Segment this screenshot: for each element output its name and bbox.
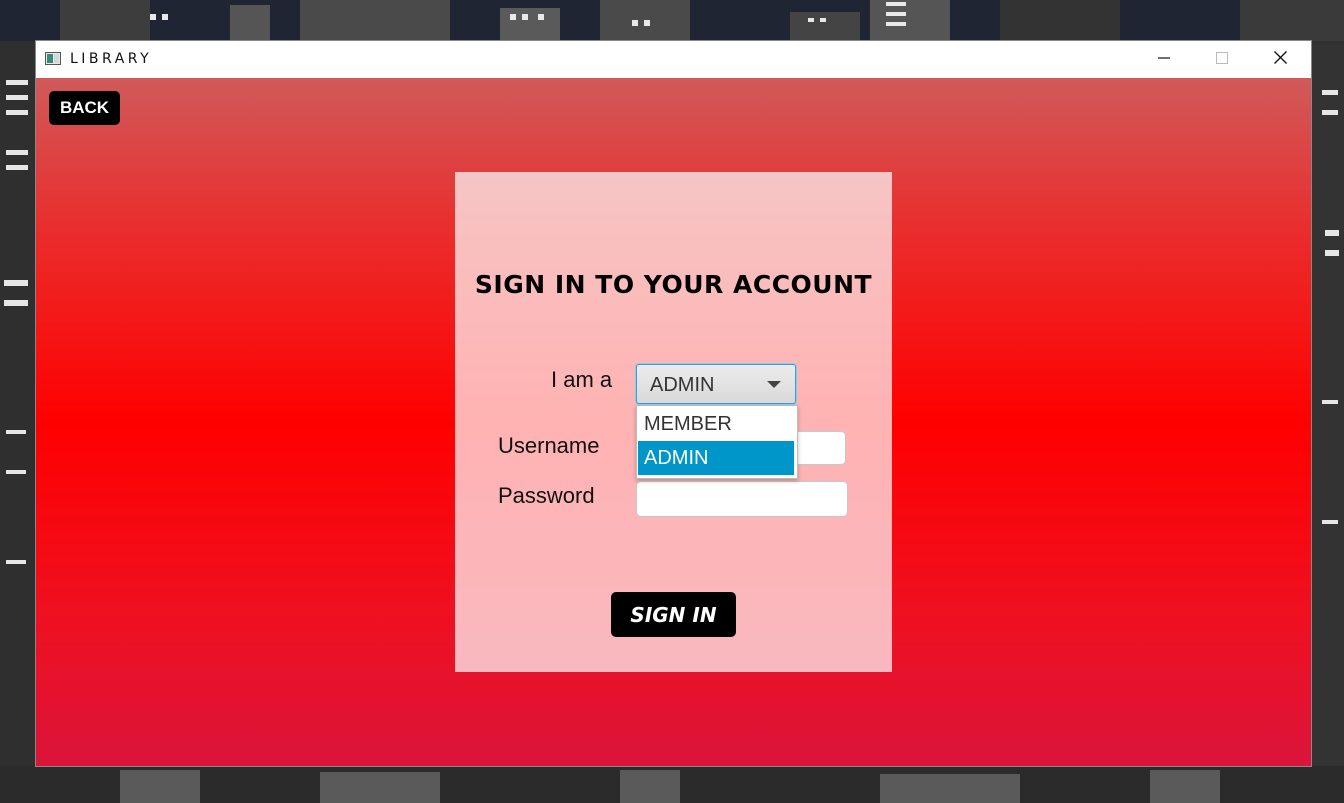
sign-in-button[interactable]: SIGN IN [611,592,736,637]
username-label: Username [498,433,600,458]
dropdown-option-admin[interactable]: ADMIN [638,441,794,475]
close-button[interactable] [1251,41,1309,78]
app-window: LIBRARY BACK SIGN IN TO YOUR ACCOUNT I a… [36,41,1311,766]
window-titlebar[interactable]: LIBRARY [36,41,1311,78]
page-title: SIGN IN TO YOUR ACCOUNT [474,270,873,299]
window-app-icon [45,52,61,65]
minimize-button[interactable] [1135,41,1193,78]
sign-in-card: SIGN IN TO YOUR ACCOUNT I am a ADMIN Use… [455,172,892,672]
back-button[interactable]: BACK [49,91,120,125]
maximize-icon [1216,51,1228,69]
role-label: I am a [551,367,613,392]
role-select[interactable]: ADMIN [636,364,796,404]
role-select-value: ADMIN [650,374,715,396]
app-content: BACK SIGN IN TO YOUR ACCOUNT I am a ADMI… [36,78,1311,766]
password-field[interactable] [636,481,848,517]
minimize-icon [1158,51,1170,69]
role-dropdown-list: MEMBER ADMIN [636,405,798,479]
dropdown-option-member[interactable]: MEMBER [638,407,794,441]
maximize-button[interactable] [1193,41,1251,78]
password-label: Password [498,483,595,508]
chevron-down-icon [767,381,781,388]
close-icon [1273,50,1287,69]
window-title: LIBRARY [70,51,153,67]
